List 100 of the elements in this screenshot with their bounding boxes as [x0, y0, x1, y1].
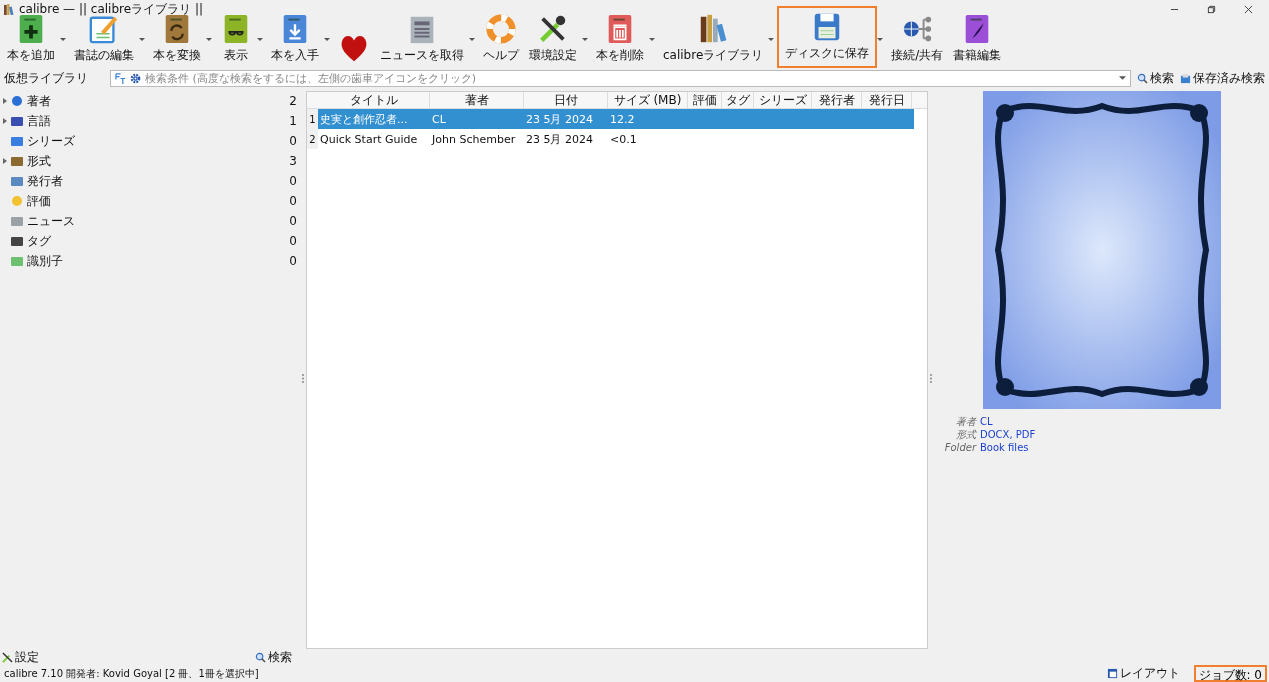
table-cell: CL	[432, 112, 446, 126]
category-count: 1	[288, 114, 297, 128]
category-label: 形式	[27, 152, 52, 170]
category-label: シリーズ	[27, 132, 76, 150]
dropdown-arrow-icon[interactable]	[257, 38, 263, 42]
splitter-handle-icon[interactable]	[302, 373, 304, 383]
detail-link[interactable]: Book files	[980, 441, 1029, 454]
row-number: 1	[307, 109, 318, 129]
restore-icon[interactable]	[1207, 4, 1216, 14]
settings-button[interactable]: 設定	[2, 649, 39, 665]
expand-arrow-icon[interactable]	[3, 118, 7, 124]
category-icon	[10, 155, 24, 167]
layout-button[interactable]: レイアウト	[1106, 665, 1180, 682]
toolbar-button[interactable]: 書籍編集	[948, 10, 1007, 68]
tag-browser-item[interactable]: ニュース 0	[0, 211, 300, 231]
category-icon	[10, 215, 24, 227]
folder-icon	[1180, 72, 1191, 84]
tag-browser-item[interactable]: シリーズ 0	[0, 131, 300, 151]
settings-icon[interactable]	[130, 72, 141, 84]
category-count: 3	[288, 154, 297, 168]
splitter-handle-icon[interactable]	[930, 373, 932, 383]
category-icon	[10, 175, 24, 187]
search-field[interactable]: 検索条件 (高度な検索をするには、左側の歯車アイコンをクリック)	[145, 71, 1115, 85]
virtual-library-button[interactable]: 仮想ライブラリ	[4, 69, 104, 87]
column-header[interactable]: 日付	[524, 92, 608, 108]
search-icon	[255, 651, 266, 663]
close-icon[interactable]	[1244, 4, 1253, 14]
category-count: 0	[288, 254, 297, 268]
app-icon	[4, 3, 15, 15]
category-label: 発行者	[27, 172, 64, 190]
tag-browser-item[interactable]: 発行者 0	[0, 171, 300, 191]
category-icon	[10, 255, 24, 267]
column-header[interactable]: 発行者	[812, 92, 862, 108]
dropdown-arrow-icon[interactable]	[324, 38, 330, 42]
category-count: 2	[288, 94, 297, 108]
dropdown-arrow-icon[interactable]	[877, 38, 884, 42]
column-header[interactable]: タグ	[722, 92, 754, 108]
toolbar-button[interactable]: ニュースを取得	[375, 10, 469, 68]
column-header[interactable]: 著者	[430, 92, 524, 108]
table-cell: Quick Start Guide	[320, 132, 418, 146]
column-header[interactable]: 発行日	[862, 92, 912, 108]
tag-browser-item[interactable]: 形式 3	[0, 151, 300, 171]
dropdown-arrow-icon[interactable]	[60, 38, 66, 42]
table-cell: 12.2	[610, 112, 635, 126]
column-header[interactable]: 評価	[688, 92, 722, 108]
tag-browser-item[interactable]: タグ 0	[0, 231, 300, 251]
category-icon	[10, 95, 24, 107]
tag-browser-item[interactable]: 評価 0	[0, 191, 300, 211]
toolbar-button[interactable]: ディスクに保存	[777, 6, 878, 68]
layout-icon	[1106, 668, 1118, 679]
table-cell: 史実と創作忍者...	[320, 112, 408, 126]
detail-label: 著者	[955, 415, 976, 428]
toolbar-button[interactable]: 環境設定	[524, 10, 582, 68]
category-label: 評価	[27, 192, 52, 210]
toolbar-button[interactable]: 表示	[215, 10, 257, 68]
category-count: 0	[288, 194, 297, 208]
book-row[interactable]: 1 史実と創作忍者... CL 23 5月 2024 12.2	[307, 109, 914, 129]
detail-label: Folder	[943, 441, 976, 454]
dropdown-arrow-icon[interactable]	[768, 38, 775, 42]
dropdown-arrow-icon[interactable]	[139, 38, 145, 42]
jobs-button[interactable]: ジョブ数: 0	[1193, 665, 1267, 682]
tools-icon	[2, 651, 13, 663]
saved-searches-button[interactable]: 保存済み検索	[1180, 69, 1265, 87]
toolbar-button[interactable]: calibreライブラリ	[658, 10, 769, 68]
category-count: 0	[288, 134, 297, 148]
dropdown-arrow-icon[interactable]	[649, 38, 655, 42]
detail-link[interactable]: DOCX, PDF	[980, 428, 1036, 441]
dropdown-arrow-icon[interactable]	[469, 38, 475, 42]
tag-browser-item[interactable]: 識別子 0	[0, 251, 300, 271]
column-header[interactable]: タイトル	[318, 92, 430, 108]
dropdown-arrow-icon[interactable]	[1119, 75, 1126, 81]
book-row[interactable]: 2 Quick Start Guide John Schember 23 5月 2024 <0.1	[307, 129, 914, 149]
toolbar-button[interactable]: ヘルプ	[478, 10, 524, 68]
category-label: 著者	[27, 92, 52, 110]
dropdown-arrow-icon[interactable]	[206, 38, 212, 42]
category-label: ニュース	[27, 212, 76, 230]
search-box[interactable]: 検索条件 (高度な検索をするには、左側の歯車アイコンをクリック)	[110, 69, 1131, 87]
toolbar-button[interactable]: 本を入手	[266, 10, 324, 68]
table-cell: John Schember	[432, 132, 516, 146]
toolbar-button[interactable]: 本を削除	[591, 10, 649, 68]
window-title: calibre — || calibreライブラリ ||	[19, 0, 203, 18]
search-button[interactable]: 検索	[1137, 69, 1174, 87]
expand-arrow-icon[interactable]	[3, 98, 7, 104]
category-count: 0	[288, 174, 297, 188]
tag-browser-item[interactable]: 言語 1	[0, 111, 300, 131]
tag-browser-item[interactable]: 著者 2	[0, 91, 300, 111]
filter-icon[interactable]	[115, 72, 126, 84]
detail-link[interactable]: CL	[980, 415, 993, 428]
column-header[interactable]: サイズ (MB)	[608, 92, 688, 108]
category-count: 0	[288, 214, 297, 228]
dropdown-arrow-icon[interactable]	[582, 38, 588, 42]
lifebuoy-icon	[485, 13, 517, 45]
column-header[interactable]: シリーズ	[754, 92, 812, 108]
category-label: タグ	[27, 232, 52, 250]
status-text: calibre 7.10 開発者: Kovid Goyal [2 冊、1冊を選択中]	[4, 666, 259, 681]
toolbar-button[interactable]: 接続/共有	[886, 10, 949, 68]
category-icon	[10, 115, 24, 127]
search-button[interactable]: 検索	[255, 649, 292, 665]
expand-arrow-icon[interactable]	[3, 158, 7, 164]
search-icon	[1137, 72, 1148, 84]
